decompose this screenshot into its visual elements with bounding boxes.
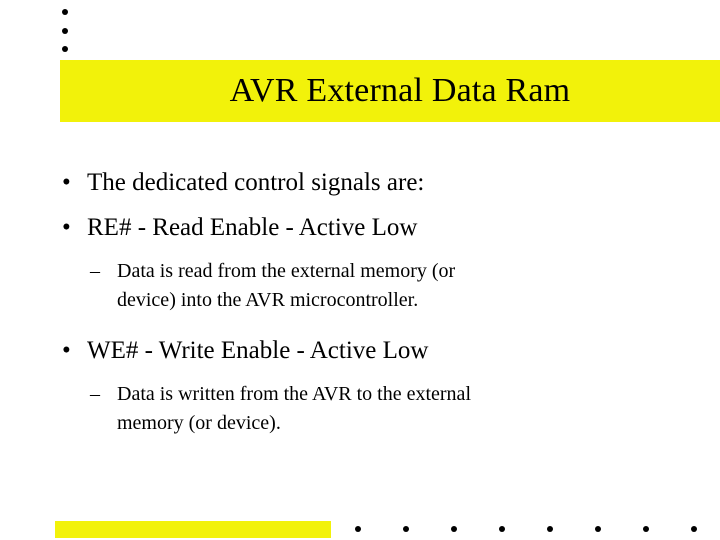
bullet-dot-icon	[62, 9, 68, 15]
bullet-dot-icon: •	[62, 169, 71, 196]
bullet-dot-icon	[547, 526, 553, 532]
bullet-item-1-text: The dedicated control signals are:	[87, 169, 425, 196]
sub-bullet-item-2: – Data is written from the AVR to the ex…	[0, 380, 720, 438]
title-banner: AVR External Data Ram	[60, 60, 720, 122]
slide-canvas: AVR External Data Ram • The dedicated co…	[0, 0, 720, 540]
bullet-dot-icon	[691, 526, 697, 532]
sub-bullet-item-1-line-2: device) into the AVR microcontroller.	[117, 289, 419, 311]
en-dash-icon: –	[90, 383, 100, 405]
bullet-dot-icon	[62, 28, 68, 34]
bullet-item-2-text: RE# - Read Enable - Active Low	[87, 214, 418, 241]
bullet-dot-icon: •	[62, 337, 71, 364]
slide-title: AVR External Data Ram	[229, 72, 571, 109]
bullet-dot-icon	[643, 526, 649, 532]
bullet-dot-icon	[595, 526, 601, 532]
sub-bullet-item-2-line-1: Data is written from the AVR to the exte…	[117, 383, 471, 405]
bullet-dot-icon	[62, 46, 68, 52]
sub-bullet-item-1: – Data is read from the external memory …	[0, 257, 720, 315]
sub-bullet-item-1-line-1: Data is read from the external memory (o…	[117, 260, 456, 282]
bullet-dot-icon	[403, 526, 409, 532]
bullet-dot-icon	[451, 526, 457, 532]
bullet-item-2: • RE# - Read Enable - Active Low	[0, 205, 720, 250]
bullet-dot-icon	[499, 526, 505, 532]
bullet-dot-icon: •	[62, 214, 71, 241]
bottom-decoration-bar	[55, 521, 331, 538]
sub-bullet-item-2-line-2: memory (or device).	[117, 412, 281, 434]
bullet-item-3-text: WE# - Write Enable - Active Low	[87, 337, 429, 364]
bottom-decoration-dots	[355, 526, 700, 534]
bullet-dot-icon	[355, 526, 361, 532]
top-decoration-dots	[62, 9, 74, 57]
slide-body: • The dedicated control signals are: • R…	[0, 160, 720, 438]
en-dash-icon: –	[90, 260, 100, 282]
bullet-item-3: • WE# - Write Enable - Active Low	[0, 328, 720, 373]
bullet-item-1: • The dedicated control signals are:	[0, 160, 720, 205]
